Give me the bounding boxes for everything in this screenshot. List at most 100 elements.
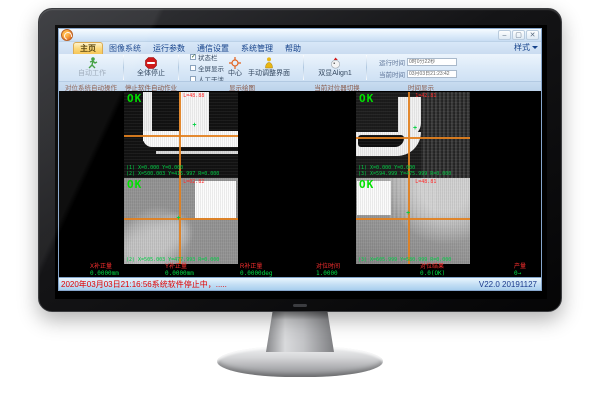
info-value: 0→ bbox=[514, 271, 526, 277]
correction-readout-row: X补正量 0.0000mm Y补正量 0.0000mm R补正量 0.0000d… bbox=[59, 264, 541, 277]
camera-view-1[interactable]: + OK L=48.88 (1) X=0.000 Y=0.000 (2) X=5… bbox=[124, 92, 238, 178]
crosshair-horizontal bbox=[124, 218, 238, 220]
tab-image-system[interactable]: 图像系统 bbox=[103, 43, 147, 54]
app-window: – ▢ ✕ 主页 图像系统 运行参数 通信设置 系统管理 帮助 样式 bbox=[58, 28, 542, 291]
monitor-stand-neck bbox=[266, 310, 334, 352]
status-message: 2020年03月03日21:16:56系统软件停止中，..... bbox=[61, 279, 227, 290]
tab-help[interactable]: 帮助 bbox=[279, 43, 307, 54]
ribbon-tab-row: 主页 图像系统 运行参数 通信设置 系统管理 帮助 样式 bbox=[59, 42, 541, 54]
ribbon-group-auto: 自动工作 bbox=[61, 54, 123, 81]
version-label: V22.0 20191127 bbox=[479, 280, 537, 289]
camera-top-readout: L=48.81 bbox=[415, 179, 436, 185]
close-button[interactable]: ✕ bbox=[526, 30, 539, 40]
auto-work-label: 自动工作 bbox=[78, 70, 106, 78]
crosshair-horizontal bbox=[124, 135, 238, 137]
ribbon-group-aligner: 双显Align1 bbox=[304, 54, 366, 81]
ribbon-group-display: ✓ 状态栏 全屏显示 人工干涉 bbox=[179, 54, 303, 81]
camera-grid: + OK L=48.88 (1) X=0.000 Y=0.000 (2) X=5… bbox=[59, 91, 541, 264]
info-value: 0.0000mm bbox=[90, 271, 119, 277]
camera-coord-line2: (2) X=505.003 Y=477.993 R=0.000 bbox=[126, 257, 219, 263]
group-label-time: 时间显示 bbox=[369, 82, 473, 92]
info-col-count: 产量 0→ bbox=[514, 264, 526, 277]
titlebar: – ▢ ✕ bbox=[59, 29, 541, 42]
feature-marker: + bbox=[192, 123, 196, 129]
tab-home[interactable]: 主页 bbox=[73, 42, 103, 54]
camera-view-4[interactable]: + OK L=48.81 (3) X=605.999 Y=580.999 R=0… bbox=[356, 178, 470, 264]
crosshair-horizontal bbox=[356, 218, 470, 220]
camera-top-readout: L=48.88 bbox=[183, 93, 204, 99]
feature-marker: + bbox=[406, 211, 410, 217]
info-col-result: 对位结果 0.0(OK) bbox=[420, 264, 445, 277]
display-checkboxes: ✓ 状态栏 全屏显示 人工干涉 bbox=[190, 52, 224, 84]
ribbon-group-stop: 全体停止 bbox=[124, 54, 178, 81]
feature-marker: + bbox=[413, 126, 417, 132]
camera-status: OK bbox=[359, 92, 374, 105]
ribbon: 自动工作 全体停止 bbox=[59, 54, 541, 81]
auto-work-button[interactable]: 自动工作 bbox=[76, 57, 108, 78]
screen: – ▢ ✕ 主页 图像系统 运行参数 通信设置 系统管理 帮助 样式 bbox=[55, 25, 547, 299]
group-label-display: 显示绘图 bbox=[179, 82, 305, 92]
person-icon bbox=[263, 57, 275, 69]
checkbox-fullscreen[interactable]: 全屏显示 bbox=[190, 63, 224, 73]
checkbox-unchecked-icon bbox=[190, 65, 196, 71]
style-dropdown[interactable]: 样式 bbox=[514, 42, 538, 53]
runtime-field[interactable] bbox=[407, 58, 457, 66]
dual-display-icon bbox=[329, 57, 342, 69]
runtime-row: 运行时间 bbox=[379, 57, 457, 67]
info-value: 0.0000deg bbox=[240, 271, 273, 277]
camera-top-readout: L=02.82 bbox=[183, 179, 204, 185]
app-logo-icon[interactable] bbox=[61, 29, 73, 41]
camera-status: OK bbox=[127, 178, 142, 191]
minimize-button[interactable]: – bbox=[498, 30, 511, 40]
stage: – ▢ ✕ 主页 图像系统 运行参数 通信设置 系统管理 帮助 样式 bbox=[0, 0, 600, 400]
group-label-auto: 对位系统自动操作 bbox=[59, 82, 123, 92]
run-person-icon bbox=[86, 57, 99, 69]
stop-all-button[interactable]: 全体停止 bbox=[135, 57, 167, 78]
style-dropdown-label: 样式 bbox=[514, 42, 530, 53]
runtime-label: 运行时间 bbox=[379, 57, 405, 67]
checkbox-fullscreen-label: 全屏显示 bbox=[198, 63, 224, 73]
group-label-stop: 停止软件自动作业 bbox=[123, 82, 179, 92]
feature-marker: + bbox=[176, 216, 180, 222]
checkbox-checked-icon: ✓ bbox=[190, 54, 196, 60]
camera-status: OK bbox=[359, 178, 374, 191]
status-bar: 2020年03月03日21:16:56系统软件停止中，..... V22.0 2… bbox=[59, 277, 541, 290]
camera-view-3[interactable]: + OK L=02.82 (2) X=505.003 Y=477.993 R=0… bbox=[124, 178, 238, 264]
crosshair-target-icon bbox=[229, 57, 241, 69]
current-time-field[interactable] bbox=[407, 70, 457, 78]
dual-align-label: 双显Align1 bbox=[318, 70, 351, 78]
info-value: 1.0000 bbox=[316, 271, 340, 277]
ribbon-group-labels: 对位系统自动操作 停止软件自动作业 显示绘图 当前对位器切换 时间显示 bbox=[59, 81, 541, 91]
camera-coord-line2: (2) X=500.003 Y=415.997 R=0.000 bbox=[126, 171, 219, 177]
monitor-bezel: – ▢ ✕ 主页 图像系统 运行参数 通信设置 系统管理 帮助 样式 bbox=[38, 8, 562, 312]
camera-coord-line2: (3) X=605.999 Y=580.999 R=0.000 bbox=[358, 257, 451, 263]
camera-status: OK bbox=[127, 92, 142, 105]
stop-sign-icon bbox=[145, 57, 157, 69]
center-label: 中心 bbox=[228, 70, 242, 78]
info-col-r: R补正量 0.0000deg bbox=[240, 264, 273, 277]
ribbon-group-time: 运行时间 当前时间 bbox=[367, 54, 469, 81]
group-label-aligner: 当前对位器切换 bbox=[305, 82, 369, 92]
info-col-time: 对位时间 1.0000 bbox=[316, 264, 340, 277]
time-fields: 运行时间 当前时间 bbox=[379, 57, 457, 79]
manual-adjust-button[interactable]: 手动调整界面 bbox=[246, 57, 292, 78]
info-col-y: Y补正量 0.0000mm bbox=[165, 264, 194, 277]
info-value: 0.0000mm bbox=[165, 271, 194, 277]
tab-run-params[interactable]: 运行参数 bbox=[147, 43, 191, 54]
center-button[interactable]: 中心 bbox=[226, 57, 244, 78]
camera-coord-line2: (3) X=594.999 Y=475.999 R=0.000 bbox=[358, 171, 451, 177]
crosshair-vertical bbox=[408, 178, 410, 264]
maximize-button[interactable]: ▢ bbox=[512, 30, 525, 40]
camera-top-readout: 1=42.81 bbox=[415, 93, 436, 99]
chevron-down-icon bbox=[532, 46, 538, 49]
tab-system-mgmt[interactable]: 系统管理 bbox=[235, 43, 279, 54]
dual-align-button[interactable]: 双显Align1 bbox=[316, 57, 353, 78]
info-col-x: X补正量 0.0000mm bbox=[90, 264, 119, 277]
camera-view-2[interactable]: + OK 1=42.81 (1) X=0.000 Y=0.000 (3) X=5… bbox=[356, 92, 470, 178]
monitor-logo bbox=[293, 304, 307, 307]
info-value: 0.0(OK) bbox=[420, 271, 445, 277]
current-time-row: 当前时间 bbox=[379, 69, 457, 79]
current-time-label: 当前时间 bbox=[379, 69, 405, 79]
tab-comm-settings[interactable]: 通信设置 bbox=[191, 43, 235, 54]
stop-all-label: 全体停止 bbox=[137, 70, 165, 78]
